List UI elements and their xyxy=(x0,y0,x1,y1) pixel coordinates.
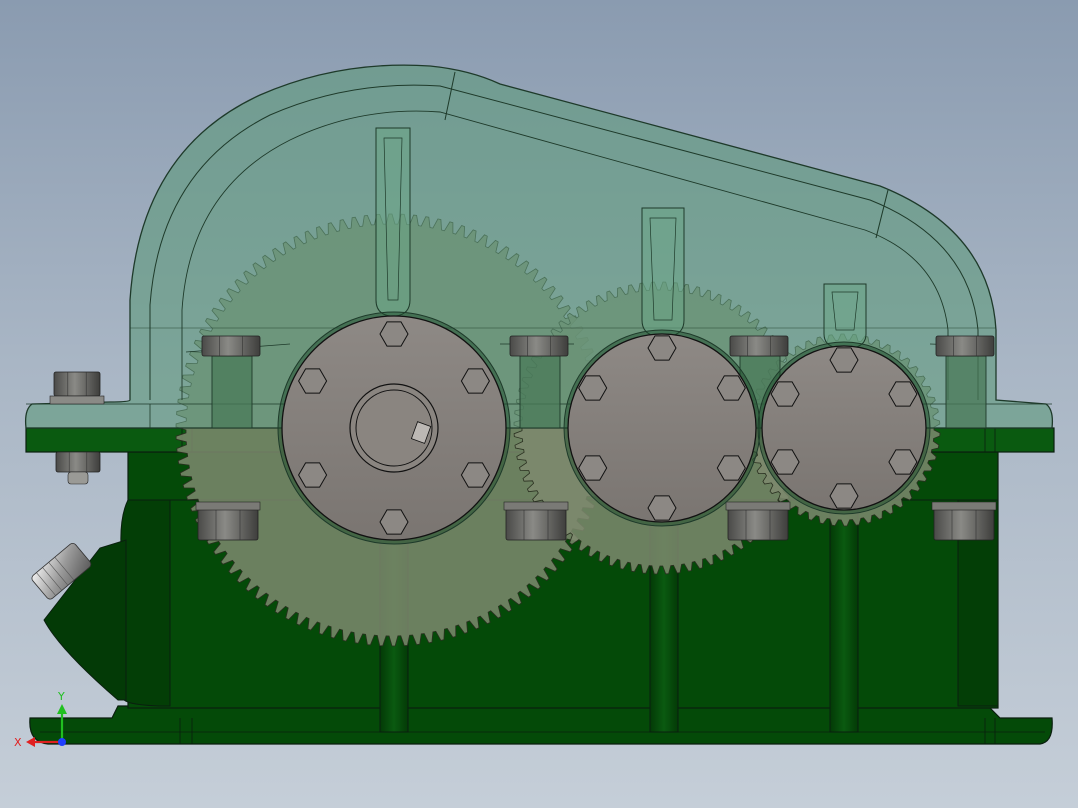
oil-breather[interactable] xyxy=(30,539,127,701)
hex-bolt xyxy=(201,335,261,357)
hex-bolt xyxy=(503,501,569,541)
bearing-cap[interactable] xyxy=(757,341,931,515)
gearbox-assembly-view[interactable]: Y X xyxy=(0,0,1078,808)
hex-bolt xyxy=(53,371,101,397)
hex-bolt xyxy=(935,335,995,357)
bearing-cap[interactable] xyxy=(277,311,511,545)
bearing-cap[interactable] xyxy=(563,329,761,527)
hex-bolt xyxy=(55,451,101,473)
axis-y-label: Y xyxy=(57,690,65,703)
axis-x-label: X xyxy=(14,736,22,749)
hex-bolt xyxy=(195,501,261,541)
hex-bolt xyxy=(725,501,791,541)
hex-bolt xyxy=(931,501,997,541)
cad-viewport[interactable]: Y X xyxy=(0,0,1078,808)
hex-bolt xyxy=(729,335,789,357)
hex-bolt xyxy=(509,335,569,357)
